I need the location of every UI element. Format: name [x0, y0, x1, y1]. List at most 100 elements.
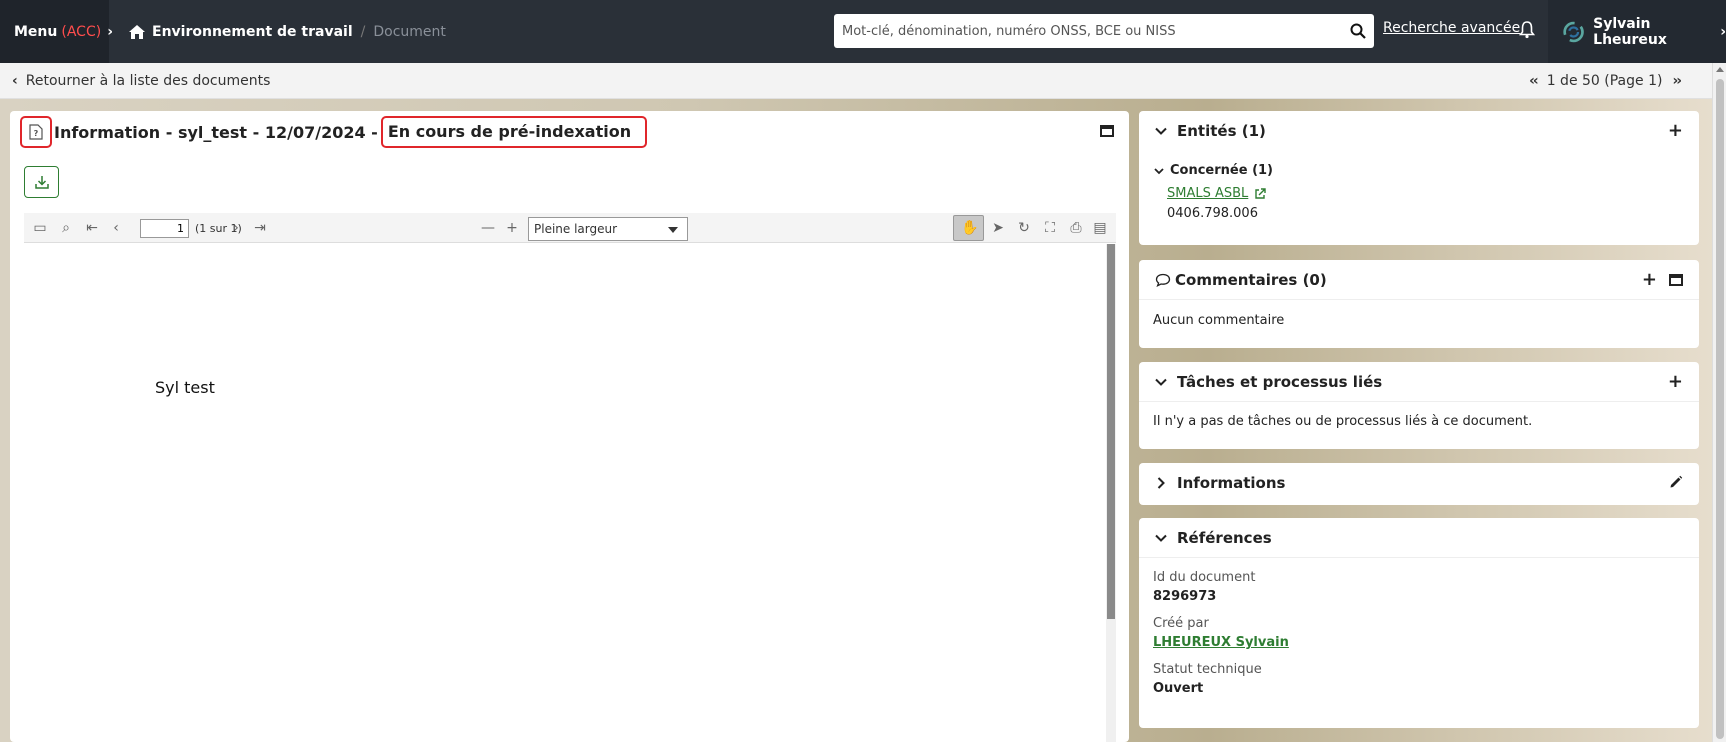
rotate-icon[interactable]: ↻ [1016, 220, 1032, 236]
entity-group-concerned[interactable]: Concernée (1) [1153, 163, 1685, 178]
chevron-down-icon [1155, 534, 1167, 542]
references-header[interactable]: Références [1139, 518, 1699, 558]
chevron-down-icon [668, 227, 678, 233]
tasks-title: Tâches et processus liés [1177, 372, 1383, 391]
pager-text: 1 de 50 (Page 1) [1546, 72, 1663, 89]
created-by-link[interactable]: LHEUREUX Sylvain [1153, 635, 1685, 650]
next-page-icon[interactable]: › [228, 220, 244, 236]
chevron-down-icon [1154, 167, 1164, 174]
page-scrollbar-thumb[interactable] [1716, 79, 1724, 739]
status-label: Statut technique [1153, 662, 1262, 677]
informations-header[interactable]: Informations [1139, 463, 1699, 503]
entity-link[interactable]: SMALS ASBL [1167, 186, 1685, 201]
last-page-icon[interactable]: ⇥ [252, 220, 268, 236]
entity-name: SMALS ASBL [1167, 186, 1249, 201]
entities-card: Entités (1) + Concernée (1) SMALS ASBL 0… [1139, 111, 1699, 245]
entity-number: 0406.798.006 [1167, 206, 1258, 221]
entity-group-label: Concernée (1) [1170, 163, 1274, 178]
search-input[interactable] [842, 23, 1350, 39]
chevron-right-icon [1157, 477, 1165, 489]
entities-header[interactable]: Entités (1) + [1139, 111, 1699, 151]
breadcrumb-home[interactable]: Environnement de travail [152, 24, 353, 40]
user-logo-icon [1563, 21, 1584, 42]
page-scrollbar[interactable] [1712, 63, 1726, 742]
status-value: Ouvert [1153, 681, 1204, 696]
bell-icon[interactable] [1519, 21, 1535, 39]
tasks-header[interactable]: Tâches et processus liés + [1139, 362, 1699, 402]
previous-document-icon[interactable]: ‹‹ [1529, 73, 1538, 89]
comment-icon [1155, 273, 1171, 287]
document-panel: ? Information - syl_test - 12/07/2024 - … [10, 111, 1129, 742]
document-header: ? Information - syl_test - 12/07/2024 - … [20, 113, 648, 151]
comments-card: Commentaires (0) + Aucun commentaire [1139, 260, 1699, 348]
back-label: Retourner à la liste des documents [25, 72, 271, 89]
pager: ‹‹ 1 de 50 (Page 1) ›› [1519, 73, 1690, 89]
document-type-icon: ? [20, 116, 52, 148]
search-box [834, 14, 1374, 48]
zoom-in-icon[interactable]: + [504, 220, 520, 236]
user-menu[interactable]: Sylvain Lheureux › [1548, 0, 1726, 63]
document-title: Information - syl_test - 12/07/2024 - [54, 122, 378, 142]
back-to-list-link[interactable]: ‹ Retourner à la liste des documents [12, 73, 270, 89]
comments-empty: Aucun commentaire [1153, 313, 1285, 328]
search-icon[interactable]: ⌕ [58, 220, 74, 236]
document-status: En cours de pré-indexation [380, 116, 648, 148]
comments-title: Commentaires (0) [1175, 270, 1327, 289]
environment-badge: (ACC) [61, 23, 102, 40]
add-task-icon[interactable]: + [1668, 373, 1683, 391]
breadcrumb: Environnement de travail / Document [128, 0, 446, 63]
informations-card: Informations [1139, 463, 1699, 505]
page-number-input[interactable] [140, 219, 189, 238]
chevron-down-icon [1155, 127, 1167, 135]
sub-bar: ‹ Retourner à la liste des documents ‹‹ … [0, 63, 1712, 99]
comments-header: Commentaires (0) + [1139, 260, 1699, 300]
menu-button[interactable]: Menu (ACC) › [0, 0, 113, 63]
doc-id-label: Id du document [1153, 570, 1256, 585]
hand-icon: ✋ [961, 220, 979, 236]
references-title: Références [1177, 528, 1272, 547]
fullscreen-icon[interactable]: ⛶ [1042, 220, 1058, 236]
sidebar-toggle-icon[interactable]: ▭ [32, 220, 48, 236]
tasks-card: Tâches et processus liés + Il n'y a pas … [1139, 362, 1699, 449]
breadcrumb-current: Document [373, 23, 446, 40]
pdf-viewer[interactable]: Syl test [24, 244, 1116, 742]
zoom-out-icon[interactable]: — [480, 220, 496, 236]
external-link-icon [1255, 187, 1266, 199]
print-icon[interactable]: ⎙ [1068, 220, 1084, 236]
user-name: Sylvain Lheureux [1593, 15, 1667, 48]
select-cursor-icon[interactable]: ➤ [990, 220, 1006, 236]
pdf-scrollbar-thumb[interactable] [1107, 244, 1115, 619]
menu-label: Menu [14, 23, 58, 40]
maximize-icon[interactable] [1100, 125, 1114, 137]
pdf-toolbar: ▭ ⌕ ⇤ ‹ (1 sur 1) › ⇥ — + Pleine largeur… [24, 213, 1116, 243]
add-entity-icon[interactable]: + [1668, 122, 1683, 140]
next-document-icon[interactable]: ›› [1672, 73, 1681, 89]
created-by-label: Créé par [1153, 616, 1209, 631]
file-question-icon: ? [29, 124, 43, 140]
chevron-down-icon [1155, 378, 1167, 386]
pdf-scrollbar[interactable] [1106, 244, 1116, 742]
save-pdf-icon[interactable]: ▤ [1092, 220, 1108, 236]
edit-icon[interactable] [1669, 475, 1683, 489]
entities-title: Entités (1) [1177, 122, 1266, 140]
top-bar: Menu (ACC) › Environnement de travail / … [0, 0, 1726, 63]
download-button[interactable] [24, 166, 59, 198]
download-icon [34, 176, 49, 189]
chevron-left-icon: ‹ [12, 72, 18, 89]
zoom-value: Pleine largeur [534, 222, 618, 236]
first-page-icon[interactable]: ⇤ [84, 220, 100, 236]
search-icon[interactable] [1350, 23, 1366, 39]
chevron-right-icon: › [107, 23, 113, 40]
svg-text:?: ? [34, 129, 39, 138]
maximize-icon[interactable] [1669, 274, 1683, 286]
references-card: Références Id du document 8296973 Créé p… [1139, 518, 1699, 728]
chevron-right-icon: › [1720, 23, 1726, 40]
advanced-search-link[interactable]: Recherche avancée [1383, 20, 1520, 36]
scroll-up-icon[interactable] [1716, 67, 1724, 72]
previous-page-icon[interactable]: ‹ [108, 220, 124, 236]
home-icon [129, 24, 145, 39]
tasks-empty: Il n'y a pas de tâches ou de processus l… [1153, 414, 1533, 429]
add-comment-icon[interactable]: + [1642, 271, 1657, 289]
informations-title: Informations [1177, 474, 1286, 492]
zoom-select[interactable]: Pleine largeur [528, 217, 688, 241]
